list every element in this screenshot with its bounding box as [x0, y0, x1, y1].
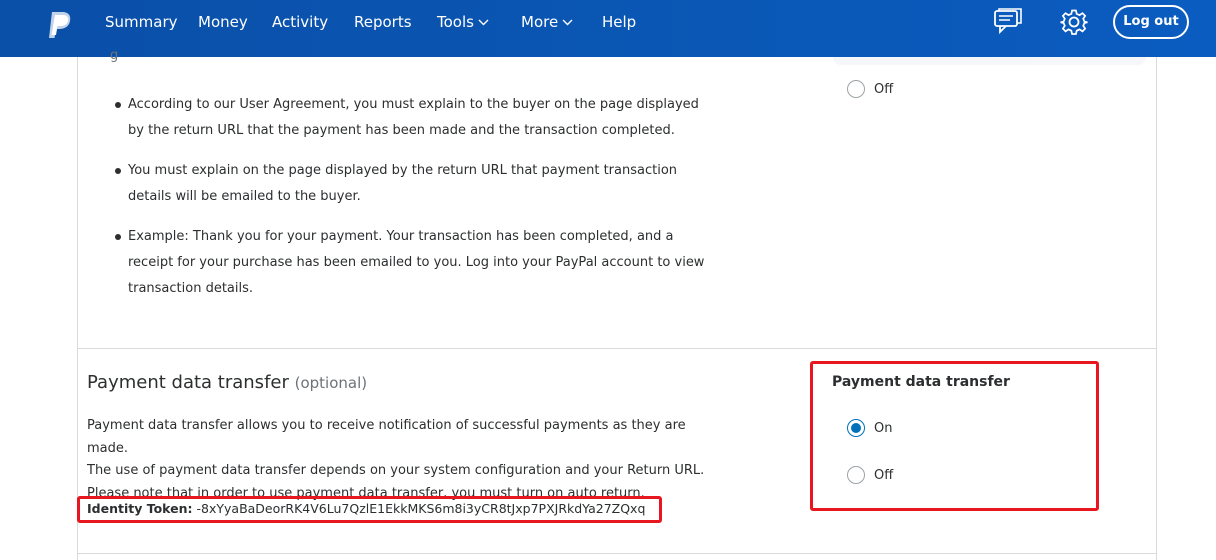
pdt-off-option[interactable]: Off: [847, 466, 893, 484]
identity-token: Identity Token: -8xYyaBaDeorRK4V6Lu7QzlE…: [87, 501, 645, 516]
nav-money[interactable]: Money: [198, 0, 248, 45]
gear-icon[interactable]: [1060, 8, 1088, 36]
nav-tools[interactable]: Tools: [437, 0, 489, 45]
pdt-off-radio[interactable]: [847, 466, 865, 484]
description-line: The use of payment data transfer depends…: [87, 463, 705, 478]
pdt-on-option[interactable]: On: [847, 419, 892, 437]
paypal-logo-icon[interactable]: [46, 10, 74, 40]
pdt-setting-title: Payment data transfer: [832, 374, 1010, 390]
settings-panel-edge: [833, 57, 1146, 65]
logout-button[interactable]: Log out: [1113, 5, 1189, 39]
auto-return-off-option[interactable]: Off: [847, 80, 893, 98]
nav-tools-label: Tools: [437, 13, 474, 31]
truncated-text: g: [110, 48, 119, 63]
auto-return-off-radio[interactable]: [847, 80, 865, 98]
return-url-requirements-list: According to our User Agreement, you mus…: [112, 92, 712, 316]
nav-activity[interactable]: Activity: [272, 0, 328, 45]
pdt-on-label: On: [874, 420, 893, 436]
auto-return-off-label: Off: [874, 81, 894, 97]
pdt-off-label: Off: [874, 467, 894, 483]
chevron-down-icon: [478, 19, 489, 26]
section-title: Payment data transfer (optional): [87, 372, 367, 393]
identity-token-label: Identity Token:: [87, 501, 193, 516]
list-item: You must explain on the page displayed b…: [112, 158, 712, 210]
list-item: Example: Thank you for your payment. You…: [112, 224, 712, 302]
list-item: According to our User Agreement, you mus…: [112, 92, 712, 144]
description-line: Payment data transfer allows you to rece…: [87, 418, 686, 456]
nav-summary[interactable]: Summary: [105, 0, 178, 45]
pdt-description: Payment data transfer allows you to rece…: [87, 415, 727, 505]
optional-tag: (optional): [294, 374, 368, 392]
section-title-text: Payment data transfer: [87, 372, 289, 393]
nav-reports[interactable]: Reports: [354, 0, 412, 45]
chevron-down-icon: [562, 19, 573, 26]
section-divider: [77, 553, 1157, 554]
top-navigation: Summary Money Activity Reports Tools Mor…: [0, 0, 1216, 57]
nav-more-label: More: [521, 13, 559, 31]
identity-token-value[interactable]: -8xYyaBaDeorRK4V6Lu7QzlE1EkkMKS6m8i3yCR8…: [197, 501, 646, 516]
nav-more[interactable]: More: [521, 0, 573, 45]
section-divider: [77, 348, 1157, 349]
message-center-icon[interactable]: [993, 8, 1023, 36]
pdt-on-radio[interactable]: [847, 419, 865, 437]
nav-help[interactable]: Help: [602, 0, 636, 45]
